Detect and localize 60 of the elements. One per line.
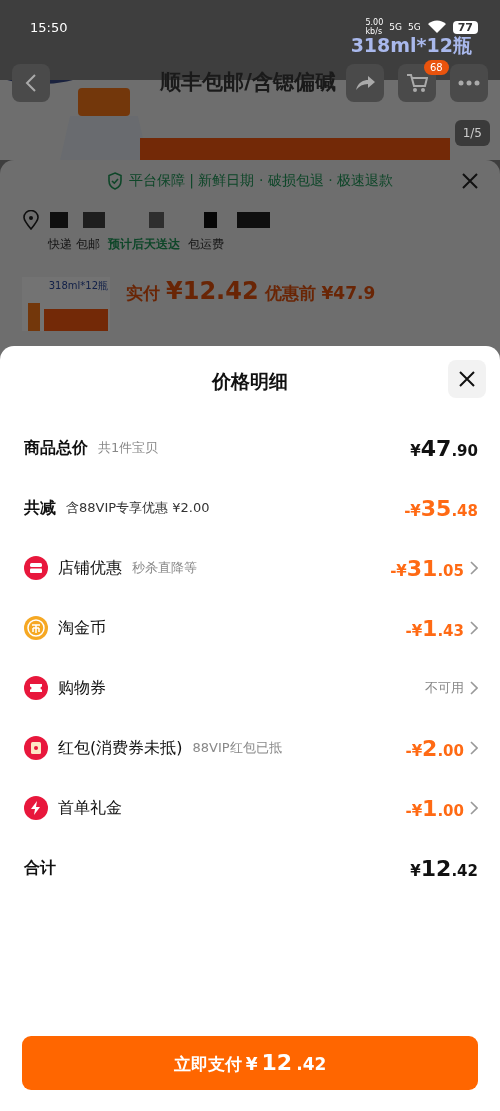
row-value: ¥47.90 bbox=[410, 435, 478, 461]
guarantee-text: 平台保障 | 新鲜日期 · 破损包退 · 极速退款 bbox=[128, 172, 394, 190]
close-icon[interactable] bbox=[461, 172, 479, 190]
sim-label: 5G bbox=[389, 22, 402, 32]
pay-button[interactable]: 立即支付 ¥12.42 bbox=[22, 1036, 478, 1090]
location-icon bbox=[22, 210, 40, 230]
status-time: 15:50 bbox=[30, 19, 68, 35]
cart-icon bbox=[406, 73, 428, 93]
row-value: -¥35.48 bbox=[404, 495, 478, 521]
row-value: ¥12.42 bbox=[410, 855, 478, 881]
back-button[interactable] bbox=[12, 64, 50, 102]
row-value: -¥1.00 bbox=[405, 795, 464, 821]
row-value: -¥1.43 bbox=[405, 615, 464, 641]
original-price: 优惠前 ¥47.9 bbox=[264, 282, 376, 305]
freight-note: 包运费 bbox=[187, 236, 224, 253]
chevron-right-icon bbox=[470, 801, 478, 815]
coin-icon bbox=[24, 616, 48, 640]
row-value: -¥31.05 bbox=[390, 555, 464, 581]
row-label: 店铺优惠 bbox=[58, 557, 122, 579]
lightning-icon bbox=[24, 796, 48, 820]
network-speed: 5.00 kb/s bbox=[365, 18, 384, 36]
chevron-right-icon bbox=[470, 741, 478, 755]
row-label: 合计 bbox=[24, 857, 56, 879]
row-note: 共1件宝贝 bbox=[98, 439, 159, 457]
shipping-method: 快递 包邮 bbox=[48, 236, 100, 253]
close-icon bbox=[459, 371, 475, 387]
more-button[interactable] bbox=[450, 64, 488, 102]
image-counter: 1/5 bbox=[454, 120, 490, 146]
row-note: 88VIP红包已抵 bbox=[192, 739, 282, 757]
product-subtitle: 顺丰包邮/含锶偏碱 bbox=[160, 69, 336, 96]
row-value: -¥2.00 bbox=[405, 735, 464, 761]
chevron-right-icon bbox=[470, 621, 478, 635]
row-label: 红包(消费券未抵) bbox=[58, 737, 183, 759]
thumbnail-label: 318ml*12瓶 bbox=[48, 279, 108, 293]
close-button[interactable] bbox=[448, 360, 486, 398]
chevron-right-icon bbox=[470, 561, 478, 575]
row-value: 不可用 bbox=[425, 679, 464, 697]
sheet-title: 价格明细 bbox=[212, 369, 288, 394]
row-label: 共减 bbox=[24, 497, 56, 519]
share-button[interactable] bbox=[346, 64, 384, 102]
delivery-estimate: 预计后天送达 bbox=[107, 236, 180, 253]
chevron-left-icon bbox=[25, 73, 37, 93]
chevron-right-icon bbox=[470, 681, 478, 695]
row-label: 购物券 bbox=[58, 677, 106, 699]
ticket-icon bbox=[24, 676, 48, 700]
envelope-icon bbox=[24, 736, 48, 760]
product-title: 318ml*12瓶 bbox=[350, 34, 472, 56]
shield-icon bbox=[106, 172, 123, 190]
row-note: 含88VIP专享优惠 ¥2.00 bbox=[66, 499, 210, 517]
row-label: 首单礼金 bbox=[58, 797, 122, 819]
paid-label: 实付 bbox=[126, 282, 160, 305]
row-note: 秒杀直降等 bbox=[132, 559, 197, 577]
paid-price: ¥12.42 bbox=[166, 277, 259, 305]
battery-level: 77 bbox=[452, 20, 478, 34]
wifi-icon bbox=[426, 20, 447, 34]
cart-badge: 68 bbox=[424, 60, 449, 75]
more-icon bbox=[458, 80, 480, 86]
row-label: 淘金币 bbox=[58, 617, 106, 639]
sim-label: 5G bbox=[408, 22, 421, 32]
row-label: 商品总价 bbox=[24, 437, 88, 459]
